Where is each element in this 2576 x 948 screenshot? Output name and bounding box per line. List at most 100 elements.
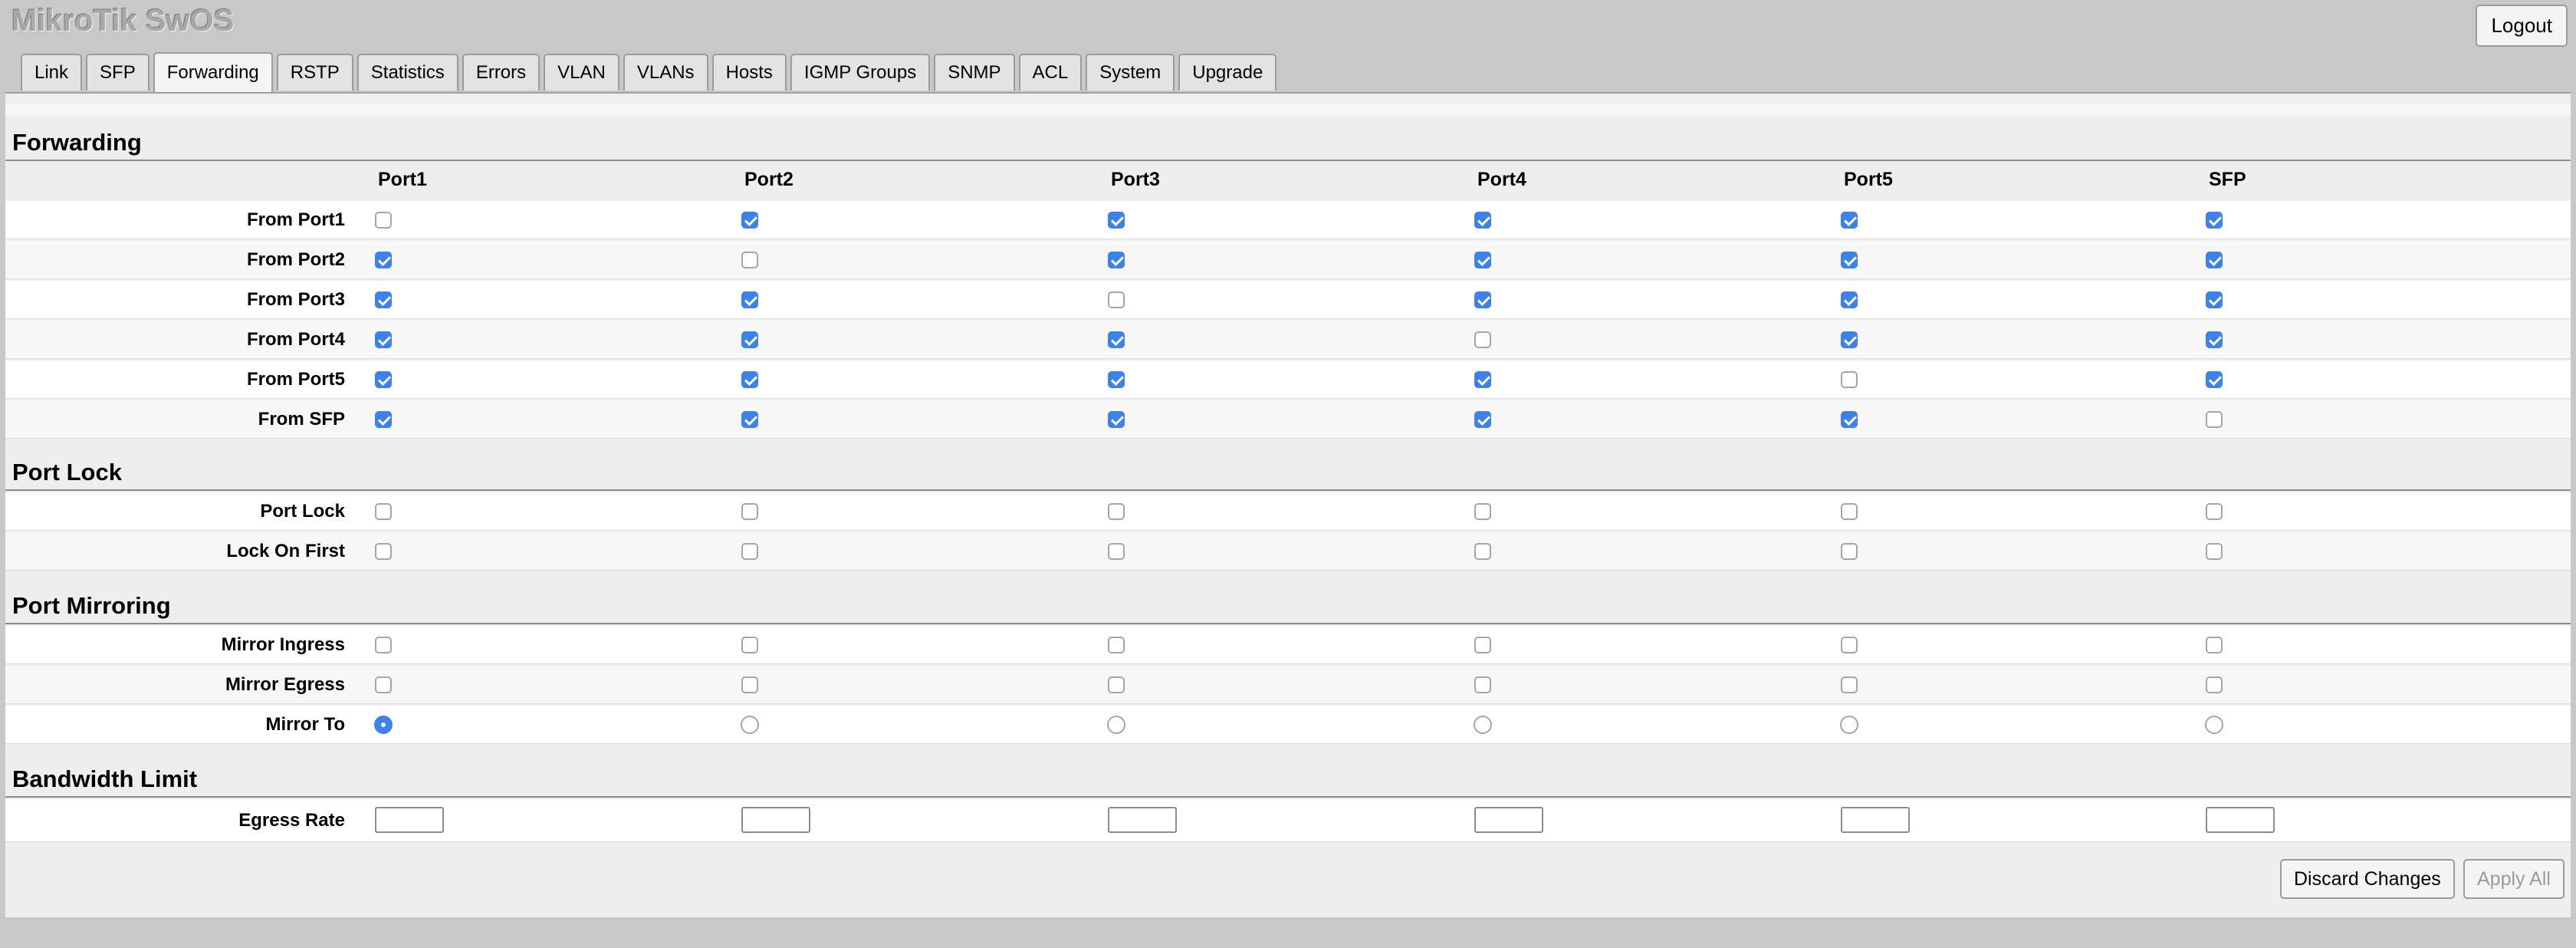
column-header-sfp: SFP (2209, 169, 2246, 190)
row-label: Mirror Ingress (221, 634, 345, 655)
checkbox-port3[interactable] (1108, 331, 1125, 348)
checkbox-port3[interactable] (1108, 676, 1125, 693)
mirror-to-radio-port2[interactable] (741, 716, 759, 734)
checkbox-port1[interactable] (375, 331, 392, 348)
checkbox-port1[interactable] (375, 371, 392, 388)
apply-all-button[interactable]: Apply All (2463, 859, 2564, 899)
panel-strip (5, 104, 2571, 115)
checkbox-port2[interactable] (741, 411, 758, 428)
checkbox-port4[interactable] (1474, 252, 1491, 268)
checkbox-port2[interactable] (741, 503, 758, 520)
checkbox-port3[interactable] (1108, 503, 1125, 520)
logout-button[interactable]: Logout (2476, 5, 2568, 47)
checkbox-port4[interactable] (1474, 331, 1491, 348)
checkbox-port4[interactable] (1474, 543, 1491, 560)
tab-statistics[interactable]: Statistics (356, 54, 458, 91)
egress-rate-input-port5[interactable] (1841, 807, 1910, 833)
checkbox-port4[interactable] (1474, 676, 1491, 693)
checkbox-port5[interactable] (1841, 252, 1858, 268)
row-label: From Port5 (246, 369, 345, 390)
column-header-port4: Port4 (1477, 169, 1526, 190)
tab-vlan[interactable]: VLAN (544, 54, 619, 91)
checkbox-port3[interactable] (1108, 291, 1125, 308)
checkbox-sfp[interactable] (2206, 411, 2223, 428)
checkbox-port2[interactable] (741, 371, 758, 388)
egress-rate-input-port1[interactable] (375, 807, 444, 833)
tab-system[interactable]: System (1086, 54, 1175, 91)
tab-link[interactable]: Link (21, 54, 83, 91)
tab-acl[interactable]: ACL (1018, 54, 1083, 91)
egress-rate-input-port3[interactable] (1108, 807, 1177, 833)
checkbox-sfp[interactable] (2206, 543, 2223, 560)
mirror-to-radio-sfp[interactable] (2205, 716, 2223, 734)
checkbox-port1[interactable] (375, 637, 392, 653)
bandwidth-limit-section-title: Bandwidth Limit (12, 765, 198, 792)
checkbox-port3[interactable] (1108, 411, 1125, 428)
discard-changes-button[interactable]: Discard Changes (2280, 859, 2455, 899)
tab-errors[interactable]: Errors (462, 54, 540, 91)
checkbox-port2[interactable] (741, 676, 758, 693)
checkbox-sfp[interactable] (2206, 212, 2223, 229)
egress-rate-input-sfp[interactable] (2206, 807, 2275, 833)
tab-sfp[interactable]: SFP (86, 54, 150, 91)
egress-rate-input-port2[interactable] (741, 807, 810, 833)
checkbox-port2[interactable] (741, 543, 758, 560)
checkbox-port5[interactable] (1841, 637, 1858, 653)
checkbox-port4[interactable] (1474, 411, 1491, 428)
checkbox-sfp[interactable] (2206, 291, 2223, 308)
checkbox-sfp[interactable] (2206, 503, 2223, 520)
tab-igmp-groups[interactable]: IGMP Groups (790, 54, 931, 91)
checkbox-port1[interactable] (375, 676, 392, 693)
checkbox-port3[interactable] (1108, 543, 1125, 560)
row-label: From Port2 (246, 249, 345, 270)
checkbox-port5[interactable] (1841, 212, 1858, 229)
checkbox-port4[interactable] (1474, 503, 1491, 520)
checkbox-port5[interactable] (1841, 503, 1858, 520)
row-label: From SFP (258, 409, 345, 430)
checkbox-port5[interactable] (1841, 331, 1858, 348)
checkbox-port2[interactable] (741, 212, 758, 229)
checkbox-port5[interactable] (1841, 411, 1858, 428)
checkbox-port2[interactable] (741, 252, 758, 268)
checkbox-port4[interactable] (1474, 637, 1491, 653)
tab-rstp[interactable]: RSTP (276, 54, 353, 91)
checkbox-port1[interactable] (375, 411, 392, 428)
tab-snmp[interactable]: SNMP (934, 54, 1015, 91)
tab-hosts[interactable]: Hosts (711, 54, 787, 91)
checkbox-sfp[interactable] (2206, 331, 2223, 348)
checkbox-port5[interactable] (1841, 371, 1858, 388)
checkbox-port1[interactable] (375, 503, 392, 520)
checkbox-port5[interactable] (1841, 291, 1858, 308)
checkbox-port1[interactable] (375, 543, 392, 560)
tab-forwarding[interactable]: Forwarding (153, 52, 273, 92)
swos-app: MikroTik SwOS Logout Link SFP Forwarding… (0, 0, 2576, 948)
checkbox-sfp[interactable] (2206, 252, 2223, 268)
mirror-to-radio-port5[interactable] (1840, 716, 1858, 734)
egress-rate-input-port4[interactable] (1474, 807, 1543, 833)
checkbox-port3[interactable] (1108, 637, 1125, 653)
checkbox-port4[interactable] (1474, 212, 1491, 229)
checkbox-port3[interactable] (1108, 371, 1125, 388)
tab-upgrade[interactable]: Upgrade (1178, 54, 1277, 91)
checkbox-port3[interactable] (1108, 212, 1125, 229)
checkbox-sfp[interactable] (2206, 371, 2223, 388)
mirror-to-radio-port1[interactable] (374, 716, 393, 734)
checkbox-port1[interactable] (375, 291, 392, 308)
checkbox-sfp[interactable] (2206, 637, 2223, 653)
checkbox-sfp[interactable] (2206, 676, 2223, 693)
checkbox-port2[interactable] (741, 637, 758, 653)
checkbox-port5[interactable] (1841, 543, 1858, 560)
checkbox-port4[interactable] (1474, 291, 1491, 308)
tab-vlans[interactable]: VLANs (623, 54, 708, 91)
mirror-to-radio-port3[interactable] (1107, 716, 1125, 734)
mirror-to-radio-port4[interactable] (1474, 716, 1492, 734)
table-row: Lock On First (5, 532, 2571, 571)
checkbox-port2[interactable] (741, 331, 758, 348)
checkbox-port2[interactable] (741, 291, 758, 308)
checkbox-port4[interactable] (1474, 371, 1491, 388)
checkbox-port1[interactable] (375, 252, 392, 268)
checkbox-port1[interactable] (375, 212, 392, 229)
checkbox-port5[interactable] (1841, 676, 1858, 693)
checkbox-port3[interactable] (1108, 252, 1125, 268)
table-row: Port Lock (5, 492, 2571, 531)
